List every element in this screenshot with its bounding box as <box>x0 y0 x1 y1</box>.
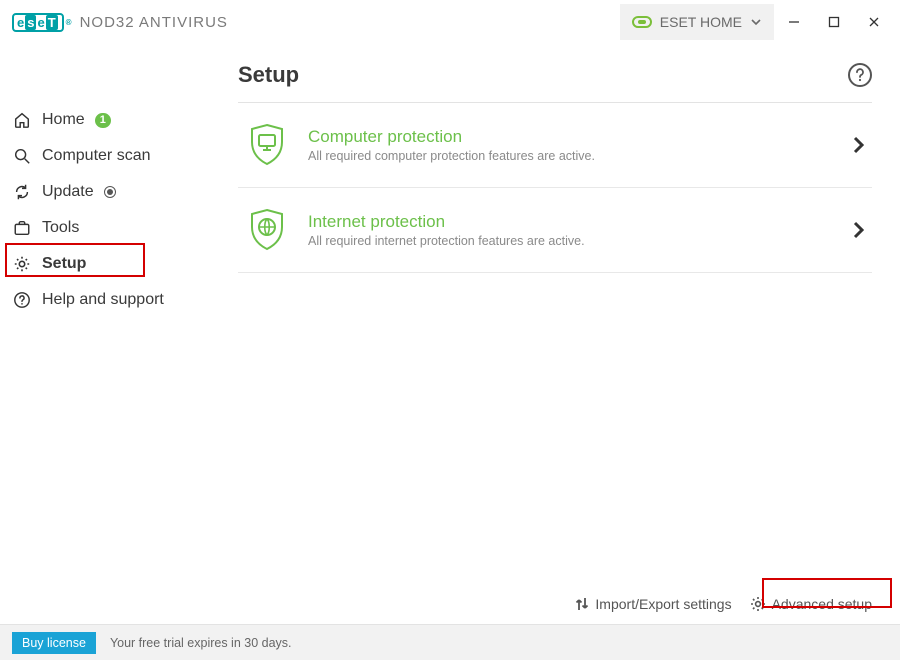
sidebar-item-label: Setup <box>42 255 86 273</box>
home-icon <box>12 111 32 129</box>
page-title: Setup <box>238 62 299 88</box>
chevron-right-icon <box>852 221 864 239</box>
card-computer-protection[interactable]: Computer protection All required compute… <box>238 103 872 188</box>
sidebar-item-update[interactable]: Update <box>0 174 210 210</box>
chevron-right-icon <box>852 136 864 154</box>
shield-globe-icon <box>246 208 288 252</box>
import-export-link[interactable]: Import/Export settings <box>575 596 731 612</box>
sidebar-item-label: Help and support <box>42 291 164 309</box>
briefcase-icon <box>12 219 32 237</box>
advanced-setup-link[interactable]: Advanced setup <box>750 596 872 612</box>
refresh-icon <box>12 183 32 201</box>
maximize-button[interactable] <box>814 4 854 40</box>
close-button[interactable] <box>854 4 894 40</box>
gear-icon <box>12 255 32 273</box>
sidebar-item-setup[interactable]: Setup <box>0 246 210 282</box>
minimize-icon <box>788 16 800 28</box>
chevron-down-icon <box>750 16 762 28</box>
eset-home-label: ESET HOME <box>660 14 742 30</box>
card-title: Computer protection <box>308 127 595 147</box>
minimize-button[interactable] <box>774 4 814 40</box>
card-subtitle: All required internet protection feature… <box>308 234 585 248</box>
eset-home-icon <box>632 16 652 28</box>
shield-monitor-icon <box>246 123 288 167</box>
brand: eseT® NOD32 ANTIVIRUS <box>12 13 228 32</box>
card-subtitle: All required computer protection feature… <box>308 149 595 163</box>
status-bar: Buy license Your free trial expires in 3… <box>0 624 900 660</box>
main-panel: Setup Computer protection All required c… <box>210 44 900 624</box>
buy-license-button[interactable]: Buy license <box>12 632 96 654</box>
sidebar-item-home[interactable]: Home 1 <box>0 102 210 138</box>
eset-home-dropdown[interactable]: ESET HOME <box>620 4 774 40</box>
sidebar-item-tools[interactable]: Tools <box>0 210 210 246</box>
sidebar-item-label: Computer scan <box>42 147 151 165</box>
eset-logo: eseT® <box>12 13 72 32</box>
home-badge: 1 <box>95 113 111 128</box>
close-icon <box>868 16 880 28</box>
product-name: NOD32 ANTIVIRUS <box>80 14 228 31</box>
sidebar-item-label: Update <box>42 183 94 201</box>
update-indicator-icon <box>104 186 116 198</box>
sidebar-item-scan[interactable]: Computer scan <box>0 138 210 174</box>
maximize-icon <box>828 16 840 28</box>
help-icon <box>12 291 32 309</box>
search-icon <box>12 147 32 165</box>
trial-status-text: Your free trial expires in 30 days. <box>110 636 292 650</box>
question-icon <box>854 68 866 82</box>
sidebar: Home 1 Computer scan Update Tools <box>0 44 210 624</box>
help-button[interactable] <box>848 63 872 87</box>
sidebar-item-label: Home <box>42 111 85 129</box>
advanced-setup-label: Advanced setup <box>772 596 872 612</box>
sidebar-item-help[interactable]: Help and support <box>0 282 210 318</box>
transfer-icon <box>575 596 589 612</box>
card-internet-protection[interactable]: Internet protection All required interne… <box>238 188 872 273</box>
gear-icon <box>750 596 766 612</box>
import-export-label: Import/Export settings <box>595 596 731 612</box>
sidebar-item-label: Tools <box>42 219 79 237</box>
card-title: Internet protection <box>308 212 585 232</box>
